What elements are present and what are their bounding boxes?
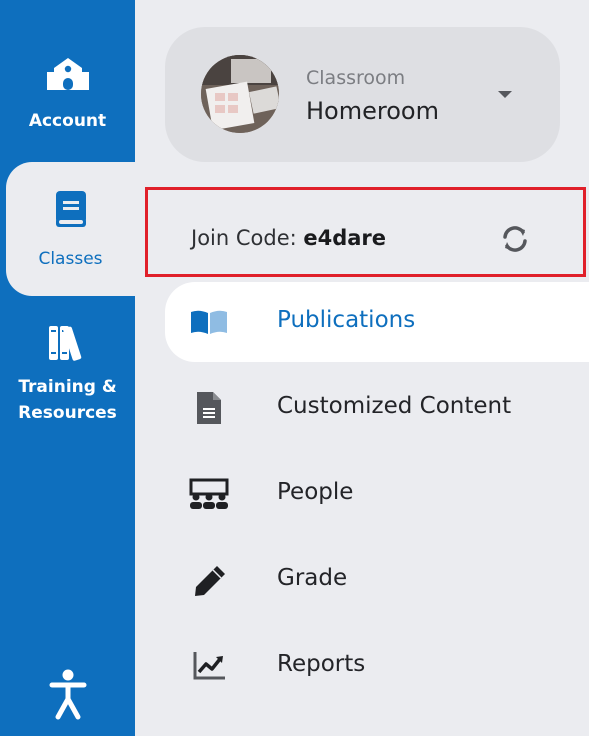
pen-icon	[187, 562, 231, 598]
rail-item-classes[interactable]: Classes	[6, 162, 135, 296]
rail-training-label: Training & Resources	[18, 377, 117, 423]
rail-account-label: Account	[28, 111, 107, 131]
nav-item-reports[interactable]: Reports	[165, 626, 589, 706]
people-icon	[187, 476, 231, 512]
book-icon	[6, 190, 135, 236]
open-book-icon	[187, 304, 231, 340]
classroom-avatar	[201, 55, 279, 133]
nav-item-people[interactable]: People	[165, 454, 589, 534]
nav-item-customized-content[interactable]: Customized Content	[165, 368, 589, 448]
sidebar-rail: Account Classes Training & Resources	[0, 0, 135, 736]
school-icon	[0, 56, 135, 100]
classroom-name: Homeroom	[306, 97, 439, 125]
accessibility-icon	[0, 668, 135, 728]
rail-item-account[interactable]: Account	[0, 56, 135, 146]
rail-classes-label: Classes	[38, 249, 103, 269]
nav-label-reports: Reports	[277, 651, 366, 677]
classroom-eyebrow: Classroom	[306, 67, 406, 89]
nav-item-grade[interactable]: Grade	[165, 540, 589, 620]
refresh-icon[interactable]	[500, 224, 530, 254]
join-code-text: Join Code: e4dare	[191, 226, 386, 250]
chart-icon	[187, 648, 231, 684]
accessibility-button[interactable]	[0, 668, 135, 724]
chevron-down-icon[interactable]	[498, 91, 512, 98]
nav-label-customized-content: Customized Content	[277, 393, 512, 419]
rail-item-training[interactable]: Training & Resources	[0, 322, 135, 432]
join-code-label: Join Code:	[191, 226, 304, 250]
document-icon	[187, 390, 231, 426]
nav-item-publications[interactable]: Publications	[165, 282, 589, 362]
classroom-selector[interactable]: Classroom Homeroom	[165, 27, 560, 162]
join-code-value: e4dare	[303, 226, 387, 250]
join-code-panel: Join Code: e4dare	[145, 187, 586, 277]
nav-label-people: People	[277, 479, 354, 505]
nav-label-grade: Grade	[277, 565, 348, 591]
nav-label-publications: Publications	[277, 307, 416, 333]
library-icon	[0, 322, 135, 370]
